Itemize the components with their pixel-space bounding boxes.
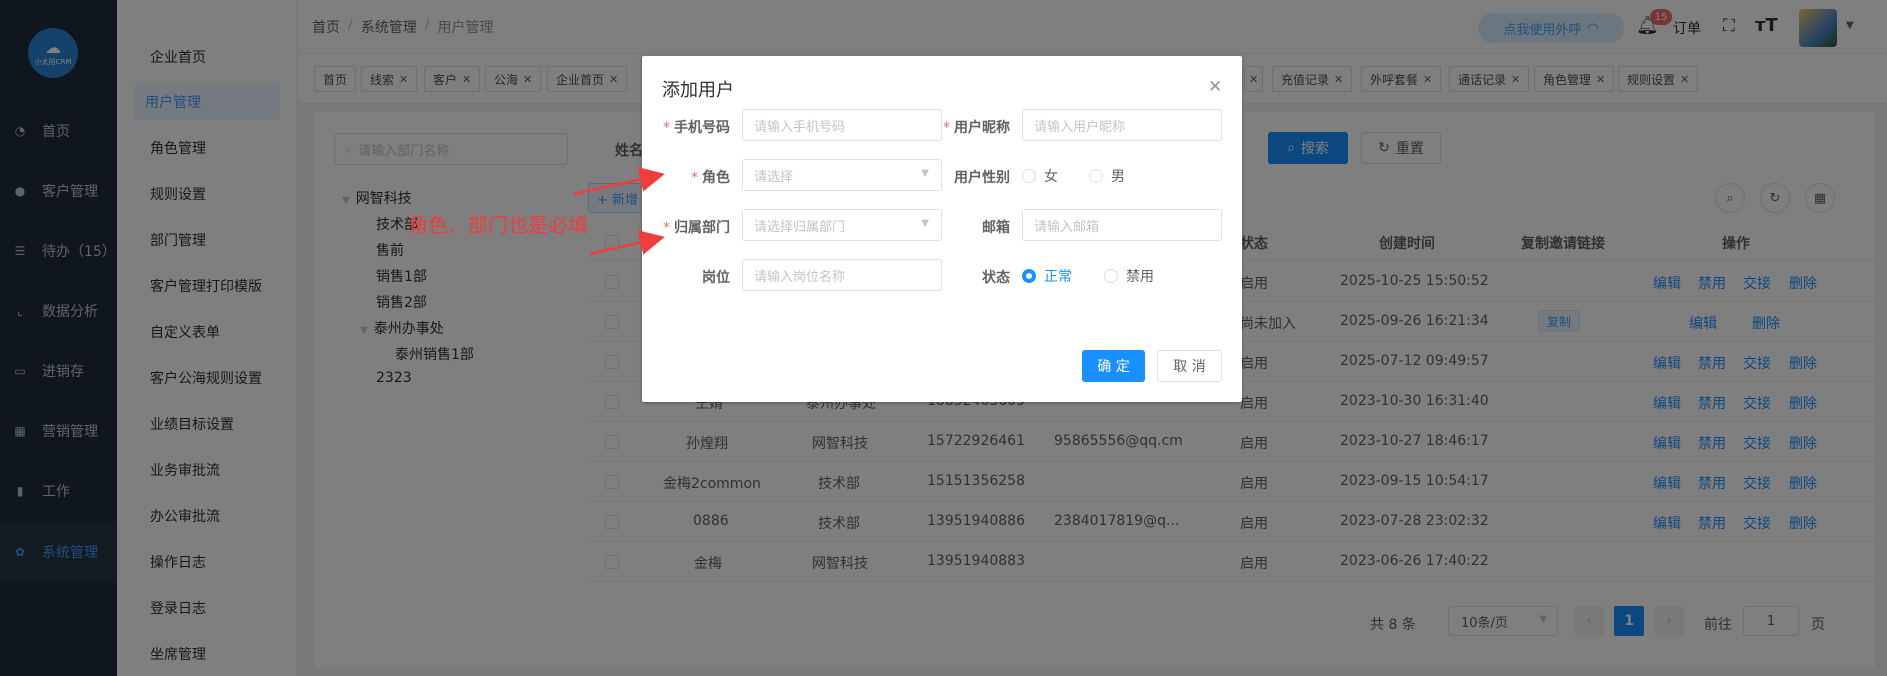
nickname-input[interactable]: 请输入用户昵称	[1022, 109, 1222, 141]
phone-label: * 手机号码	[663, 120, 730, 136]
chevron-down-icon: ▼	[921, 168, 929, 179]
annotation-arrows	[573, 167, 665, 256]
email-input[interactable]: 请输入邮箱	[1022, 209, 1222, 241]
gender-label: 用户性别	[954, 170, 1010, 186]
gender-radio-male[interactable]: 男	[1089, 166, 1125, 186]
close-icon[interactable]: ✕	[1208, 77, 1222, 97]
cancel-button[interactable]: 取 消	[1157, 350, 1222, 382]
status-radio-normal[interactable]: 正常	[1022, 266, 1072, 286]
gender-radio-female[interactable]: 女	[1022, 166, 1058, 186]
nickname-label: * 用户昵称	[943, 120, 1010, 136]
status-label: 状态	[982, 270, 1010, 286]
role-select[interactable]: 请选择 ▼	[742, 159, 942, 191]
confirm-button[interactable]: 确 定	[1082, 350, 1145, 382]
post-input[interactable]: 请输入岗位名称	[742, 259, 942, 291]
dialog-title: 添加用户	[662, 80, 734, 101]
chevron-down-icon: ▼	[921, 218, 929, 229]
dept-select[interactable]: 请选择归属部门 ▼	[742, 209, 942, 241]
email-label: 邮箱	[982, 220, 1010, 236]
post-label: 岗位	[702, 270, 730, 286]
status-radio-disabled[interactable]: 禁用	[1104, 266, 1154, 286]
phone-input[interactable]: 请输入手机号码	[742, 109, 942, 141]
